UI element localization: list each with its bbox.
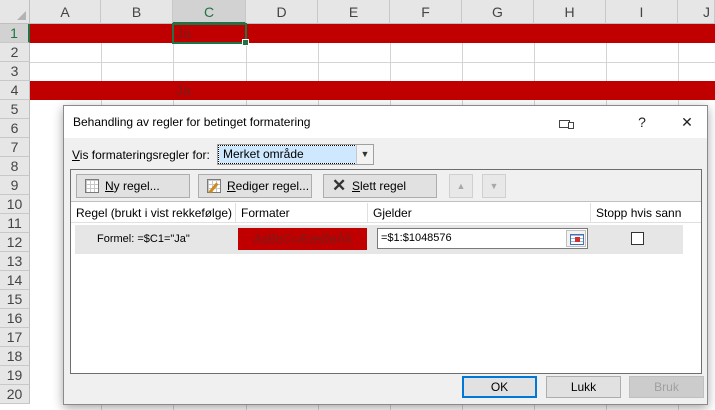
rules-toolbar: Ny regel... Rediger regel... ✕ Slett rege… xyxy=(71,170,701,202)
row-header-17[interactable]: 17 xyxy=(0,328,30,347)
row-header-15[interactable]: 15 xyxy=(0,290,30,309)
row-header-4[interactable]: 4 xyxy=(0,81,30,100)
column-header-a[interactable]: A xyxy=(30,0,101,24)
move-down-button[interactable]: ▼ xyxy=(482,174,506,198)
column-header-b[interactable]: B xyxy=(101,0,173,24)
rule-formula: Formel: =$C1="Ja" xyxy=(97,233,190,245)
cell-c4[interactable]: Ja xyxy=(173,81,191,100)
help-icon[interactable]: ? xyxy=(630,110,654,134)
row-header-19[interactable]: 19 xyxy=(0,366,30,385)
row-header-8[interactable]: 8 xyxy=(0,157,30,176)
column-header-j[interactable]: J xyxy=(678,0,715,24)
new-rule-button[interactable]: Ny regel... xyxy=(76,174,190,198)
edit-rule-icon xyxy=(207,179,221,193)
row-header-18[interactable]: 18 xyxy=(0,347,30,366)
stop-if-true-checkbox[interactable] xyxy=(631,232,644,245)
edit-rule-button[interactable]: Rediger regel... xyxy=(198,174,312,198)
chevron-down-icon[interactable]: ▼ xyxy=(356,145,373,164)
row-header-3[interactable]: 3 xyxy=(0,62,30,81)
column-header-c[interactable]: C xyxy=(173,0,246,24)
row-header-10[interactable]: 10 xyxy=(0,195,30,214)
close-button[interactable]: Lukk xyxy=(546,376,621,398)
row-header-9[interactable]: 9 xyxy=(0,176,30,195)
row-header-2[interactable]: 2 xyxy=(0,43,30,62)
dialog-titlebar[interactable]: Behandling av regler for betinget format… xyxy=(64,106,707,138)
row-header-6[interactable]: 6 xyxy=(0,119,30,138)
delete-x-icon: ✕ xyxy=(332,176,347,195)
delete-rule-button[interactable]: ✕ Slett regel xyxy=(323,174,437,198)
new-rule-accel: N xyxy=(105,179,114,193)
range-select-icon[interactable] xyxy=(566,230,586,247)
scope-dropdown-value: Merket område xyxy=(218,145,357,164)
rule-format-preview: AaBbCcÆæØøÅå xyxy=(238,228,367,250)
move-up-button[interactable]: ▲ xyxy=(449,174,473,198)
row-header-13[interactable]: 13 xyxy=(0,252,30,271)
active-cell-cursor xyxy=(172,23,249,46)
column-header-e[interactable]: E xyxy=(318,0,390,24)
grid-line xyxy=(30,62,715,63)
applies-to-value: =$1:$1048576 xyxy=(381,232,452,244)
close-icon[interactable]: ✕ xyxy=(675,110,699,134)
show-rules-accel: V xyxy=(72,148,80,162)
header-applies-to: Gjelder xyxy=(368,203,591,223)
header-format: Formater xyxy=(236,203,368,223)
highlighted-row-4 xyxy=(30,81,715,100)
row-header-5[interactable]: 5 xyxy=(0,100,30,119)
new-rule-icon xyxy=(85,179,99,193)
row-header-14[interactable]: 14 xyxy=(0,271,30,290)
column-header-f[interactable]: F xyxy=(390,0,462,24)
row-header-12[interactable]: 12 xyxy=(0,233,30,252)
row-header-16[interactable]: 16 xyxy=(0,309,30,328)
column-header-i[interactable]: I xyxy=(606,0,678,24)
row-header-11[interactable]: 11 xyxy=(0,214,30,233)
select-all-corner[interactable] xyxy=(0,0,30,24)
conditional-formatting-dialog: Behandling av regler for betinget format… xyxy=(63,105,708,405)
header-rule: Regel (brukt i vist rekkefølge) xyxy=(71,203,236,223)
rules-panel: Ny regel... Rediger regel... ✕ Slett rege… xyxy=(70,169,702,374)
scope-dropdown[interactable]: Merket område ▼ xyxy=(217,144,374,165)
row-header-20[interactable]: 20 xyxy=(0,385,30,404)
show-rules-text: is formateringsregler for: xyxy=(79,148,210,162)
apply-button[interactable]: Bruk xyxy=(629,376,704,398)
ok-button[interactable]: OK xyxy=(462,376,537,398)
highlighted-row-1 xyxy=(30,24,715,43)
dialog-title: Behandling av regler for betinget format… xyxy=(73,115,311,129)
show-rules-label: Vis formateringsregler for: xyxy=(72,148,210,162)
rule-row[interactable]: Formel: =$C1="Ja" AaBbCcÆæØøÅå =$1:$1048… xyxy=(75,225,683,254)
column-header-d[interactable]: D xyxy=(246,0,318,24)
column-header-h[interactable]: H xyxy=(534,0,606,24)
delete-rule-accel: S xyxy=(352,179,361,193)
row-header-1[interactable]: 1 xyxy=(0,24,30,43)
edit-rule-accel: R xyxy=(227,179,236,193)
row-header-7[interactable]: 7 xyxy=(0,138,30,157)
header-stop-if-true: Stopp hvis sann xyxy=(596,206,682,220)
rules-table-header: Regel (brukt i vist rekkefølge) Formater… xyxy=(71,203,701,223)
edit-rule-text: ediger regel... xyxy=(235,179,310,193)
new-rule-text: y regel... xyxy=(113,179,160,193)
delete-rule-text: lett regel xyxy=(360,179,407,193)
applies-to-field[interactable]: =$1:$1048576 xyxy=(377,228,588,249)
column-header-g[interactable]: G xyxy=(462,0,534,24)
restore-icon[interactable] xyxy=(552,110,576,134)
